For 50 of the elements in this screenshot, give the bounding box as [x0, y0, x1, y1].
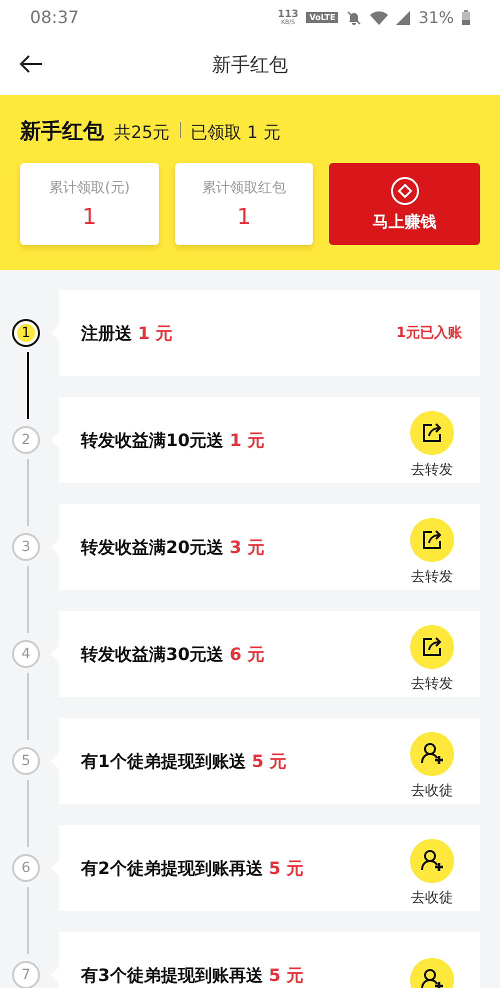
recruit-button[interactable]: [410, 839, 454, 883]
share-icon: [421, 636, 443, 658]
battery-icon: [462, 10, 470, 25]
clock: 08:37: [30, 8, 80, 28]
step-number: 5: [12, 747, 40, 775]
step-number: 2: [12, 426, 40, 454]
credited-status: 1元已入账: [396, 324, 462, 342]
task-title: 转发收益满30元送 6 元: [81, 644, 266, 666]
share-button[interactable]: [410, 411, 454, 455]
stat-value: 1: [237, 204, 251, 230]
add-person-icon: [419, 741, 445, 767]
wifi-icon: [370, 10, 388, 24]
summary-title: 新手红包: [20, 118, 104, 145]
step-number: 7: [12, 961, 40, 988]
task-title: 有2个徒弟提现到账再送 5 元: [81, 858, 304, 880]
task-title: 有3个徒弟提现到账再送 5 元: [81, 964, 304, 986]
claimed-amount: 已领取 1 元: [190, 122, 280, 144]
coin-icon: [390, 176, 420, 206]
signal-icon: [396, 10, 410, 24]
action-label[interactable]: 去收徒: [411, 889, 453, 907]
action-label[interactable]: 去转发: [411, 568, 453, 586]
total-amount: 共25元: [114, 122, 170, 144]
page-title: 新手红包: [212, 53, 288, 78]
share-icon: [421, 422, 443, 444]
step-number: 4: [12, 640, 40, 668]
step-number: 1: [12, 319, 40, 347]
battery-level: 31%: [418, 8, 454, 27]
action-label[interactable]: 去转发: [411, 675, 453, 693]
stat-label: 累计领取红包: [202, 178, 286, 196]
recruit-button[interactable]: [410, 732, 454, 776]
earn-money-button[interactable]: 马上赚钱: [329, 163, 480, 245]
step-number: 3: [12, 533, 40, 561]
volte-badge: VoLTE: [306, 12, 338, 23]
share-button[interactable]: [410, 518, 454, 562]
add-person-icon: [419, 967, 445, 988]
stat-value: 1: [82, 204, 96, 230]
stat-label: 累计领取(元): [48, 178, 130, 196]
task-title: 注册送 1 元: [81, 322, 174, 344]
back-arrow-icon[interactable]: [18, 53, 44, 75]
task-title: 有1个徒弟提现到账送 5 元: [81, 750, 288, 772]
step-number: 6: [12, 854, 40, 882]
share-button[interactable]: [410, 625, 454, 669]
action-label[interactable]: 去收徒: [411, 782, 453, 800]
task-title: 转发收益满20元送 3 元: [81, 536, 266, 558]
network-speed: 113: [278, 10, 298, 20]
share-icon: [421, 529, 443, 551]
mute-icon: [346, 10, 362, 26]
action-label[interactable]: 去转发: [411, 461, 453, 479]
add-person-icon: [419, 848, 445, 874]
task-title: 转发收益满10元送 1 元: [81, 430, 266, 452]
